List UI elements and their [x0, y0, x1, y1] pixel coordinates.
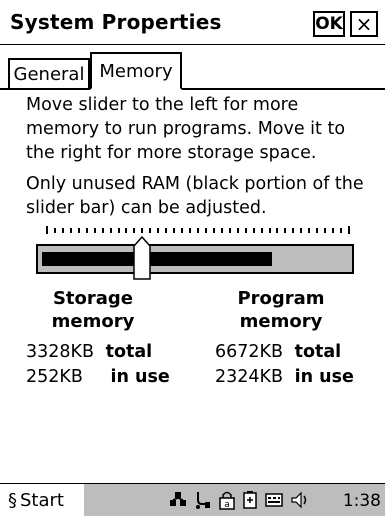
- slider-tick: [253, 228, 255, 233]
- slider-tick: [261, 228, 263, 233]
- slider-tick: [133, 228, 135, 233]
- slider-tick: [316, 228, 318, 233]
- slider-tick: [292, 228, 294, 233]
- slider-tick: [149, 228, 151, 233]
- slider-tick: [165, 228, 167, 233]
- program-heading-line2: memory: [239, 311, 323, 332]
- keyboard-lock-icon[interactable]: a: [218, 490, 236, 510]
- storage-in-use-value: 252KB: [26, 367, 83, 387]
- slider-tick: [229, 228, 231, 233]
- slider-ticks: [46, 226, 350, 238]
- slider-tick: [181, 228, 183, 233]
- slider-tick: [205, 228, 207, 233]
- program-total-label: total: [294, 342, 342, 362]
- program-memory-heading: Program memory: [226, 287, 336, 333]
- slider-tick: [86, 228, 88, 233]
- slider-tick: [173, 228, 175, 233]
- slider-tick: [324, 228, 326, 233]
- slider-tick: [102, 228, 104, 233]
- system-properties-window: System Properties OK × General Memory Mo…: [0, 0, 385, 516]
- window-title: System Properties: [10, 10, 222, 34]
- slider-tick: [308, 228, 310, 233]
- storage-total-row: 3328KB total: [26, 341, 152, 363]
- usb-connection-icon[interactable]: [194, 490, 212, 510]
- slider-tick: [54, 228, 56, 233]
- program-total-value: 6672KB: [215, 342, 284, 362]
- battery-icon[interactable]: [242, 490, 258, 510]
- slider-tick: [70, 228, 72, 233]
- program-in-use-row: 2324KB in use: [215, 366, 354, 388]
- slider-tick: [157, 228, 159, 233]
- start-button[interactable]: § Start: [0, 484, 84, 516]
- program-in-use-label: in use: [294, 367, 354, 387]
- slider-tick: [62, 228, 64, 233]
- system-tray: a: [168, 484, 310, 516]
- slider-tick: [276, 228, 278, 233]
- slider-tick: [237, 228, 239, 233]
- storage-in-use-row: 252KB in use: [26, 366, 170, 388]
- title-bar: System Properties OK ×: [0, 0, 385, 45]
- slider-tick: [118, 228, 120, 233]
- slider-tick: [110, 228, 112, 233]
- program-total-row: 6672KB total: [215, 341, 341, 363]
- storage-memory-heading: Storage memory: [38, 287, 148, 333]
- slider-tick: [189, 228, 191, 233]
- slider-tick: [269, 228, 271, 233]
- slider-tick: [125, 228, 127, 233]
- clock[interactable]: 1:38: [343, 491, 381, 511]
- taskbar: § Start a 1:38: [0, 483, 385, 516]
- slider-tick: [284, 228, 286, 233]
- program-in-use-value: 2324KB: [215, 367, 284, 387]
- slider-tick: [300, 228, 302, 233]
- tab-bar: General Memory: [0, 50, 385, 90]
- unused-ram-bar: [42, 252, 272, 266]
- memory-slider-thumb[interactable]: [133, 236, 151, 280]
- tab-general[interactable]: General: [8, 58, 90, 88]
- slider-tick: [340, 228, 342, 233]
- slider-tick: [332, 228, 334, 233]
- slider-note: Only unused RAM (black portion of the sl…: [26, 174, 364, 218]
- network-icon[interactable]: [168, 490, 188, 510]
- slider-tick: [245, 228, 247, 233]
- program-heading-line1: Program: [237, 288, 325, 309]
- close-button[interactable]: ×: [350, 11, 378, 37]
- slider-instructions: Move slider to the left for more memory …: [26, 95, 346, 163]
- windows-flag-icon: §: [8, 489, 17, 511]
- ok-button[interactable]: OK: [313, 11, 345, 37]
- slider-tick: [348, 226, 350, 234]
- slider-tick: [78, 228, 80, 233]
- input-panel-icon[interactable]: [264, 490, 284, 510]
- memory-slider-track[interactable]: [36, 244, 354, 274]
- svg-text:a: a: [224, 500, 230, 510]
- storage-heading-line1: Storage: [52, 288, 134, 309]
- slider-tick: [221, 228, 223, 233]
- slider-tick: [94, 228, 96, 233]
- close-icon: ×: [355, 12, 373, 36]
- storage-total-value: 3328KB: [26, 342, 95, 362]
- slider-tick: [213, 228, 215, 233]
- tab-divider: [0, 88, 385, 90]
- slider-tick: [46, 226, 48, 234]
- tab-memory[interactable]: Memory: [90, 52, 182, 90]
- storage-in-use-label: in use: [110, 367, 170, 387]
- storage-heading-line2: memory: [51, 311, 135, 332]
- start-label: Start: [20, 489, 64, 511]
- slider-tick: [197, 228, 199, 233]
- slider-tick: [141, 228, 143, 233]
- storage-total-label: total: [105, 342, 153, 362]
- volume-icon[interactable]: [290, 490, 310, 510]
